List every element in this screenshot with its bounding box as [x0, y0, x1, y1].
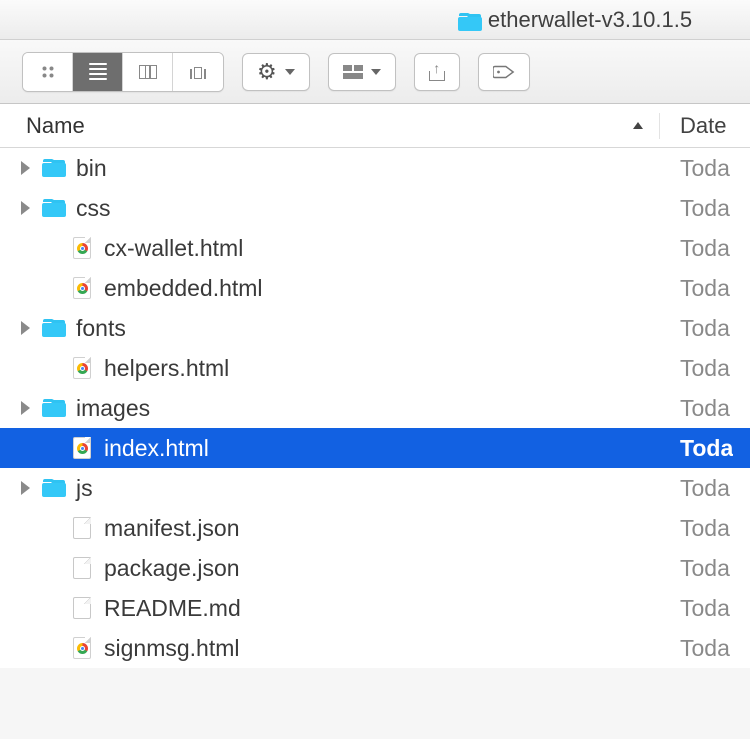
list-icon	[89, 63, 107, 80]
file-name: cx-wallet.html	[104, 235, 243, 262]
folder-icon	[42, 157, 66, 179]
file-name: images	[76, 395, 150, 422]
file-name: bin	[76, 155, 107, 182]
chevron-down-icon	[285, 69, 295, 75]
gear-icon: ⚙	[257, 61, 277, 83]
file-date: Toda	[680, 355, 730, 381]
file-date: Toda	[680, 555, 730, 581]
file-date: Toda	[680, 235, 730, 261]
chevron-down-icon	[371, 69, 381, 75]
file-row[interactable]: cx-wallet.html Toda	[0, 228, 750, 268]
file-icon	[70, 597, 94, 619]
file-date: Toda	[680, 155, 730, 181]
file-date: Toda	[680, 635, 730, 661]
file-date: Toda	[680, 195, 730, 221]
file-name: js	[76, 475, 93, 502]
view-icons-button[interactable]	[23, 53, 73, 91]
column-header-date-label: Date	[680, 113, 726, 138]
disclosure-triangle-icon[interactable]	[18, 401, 32, 415]
file-name: helpers.html	[104, 355, 229, 382]
file-icon	[70, 557, 94, 579]
file-date: Toda	[680, 515, 730, 541]
share-button[interactable]: ↑	[414, 53, 460, 91]
file-row[interactable]: manifest.json Toda	[0, 508, 750, 548]
file-icon	[70, 517, 94, 539]
file-row[interactable]: package.json Toda	[0, 548, 750, 588]
html-file-icon	[70, 357, 94, 379]
view-mode-segment	[22, 52, 224, 92]
columns-icon	[139, 65, 157, 79]
file-name: signmsg.html	[104, 635, 239, 662]
folder-icon	[42, 397, 66, 419]
file-name: embedded.html	[104, 275, 263, 302]
file-row[interactable]: js Toda	[0, 468, 750, 508]
folder-icon	[42, 197, 66, 219]
file-row[interactable]: embedded.html Toda	[0, 268, 750, 308]
html-file-icon	[70, 637, 94, 659]
view-columns-button[interactable]	[123, 53, 173, 91]
file-row[interactable]: index.html Toda	[0, 428, 750, 468]
column-header-date[interactable]: Date	[660, 113, 750, 139]
column-header-name[interactable]: Name	[0, 113, 660, 139]
grid-icon	[41, 65, 55, 79]
file-name: README.md	[104, 595, 241, 622]
coverflow-icon	[187, 65, 209, 79]
file-name: index.html	[104, 435, 209, 462]
share-icon: ↑	[429, 63, 445, 81]
folder-icon	[42, 317, 66, 339]
toolbar: ⚙ ↑	[0, 40, 750, 104]
file-row[interactable]: fonts Toda	[0, 308, 750, 348]
column-header-name-label: Name	[26, 113, 85, 139]
arrange-menu-button[interactable]	[328, 53, 396, 91]
file-row[interactable]: images Toda	[0, 388, 750, 428]
file-name: manifest.json	[104, 515, 240, 542]
tag-icon	[493, 64, 515, 80]
window-titlebar: etherwallet-v3.10.1.5	[0, 0, 750, 40]
file-row[interactable]: helpers.html Toda	[0, 348, 750, 388]
disclosure-triangle-icon[interactable]	[18, 321, 32, 335]
file-name: fonts	[76, 315, 126, 342]
file-date: Toda	[680, 475, 730, 501]
folder-icon	[42, 477, 66, 499]
disclosure-triangle-icon[interactable]	[18, 201, 32, 215]
file-list: binTodacssTodacx-wallet.htmlTodaembedded…	[0, 148, 750, 668]
view-coverflow-button[interactable]	[173, 53, 223, 91]
html-file-icon	[70, 437, 94, 459]
sort-ascending-icon	[633, 122, 643, 129]
tags-button[interactable]	[478, 53, 530, 91]
disclosure-triangle-icon[interactable]	[18, 161, 32, 175]
file-row[interactable]: css Toda	[0, 188, 750, 228]
disclosure-triangle-icon[interactable]	[18, 481, 32, 495]
file-row[interactable]: README.md Toda	[0, 588, 750, 628]
file-date: Toda	[680, 315, 730, 341]
file-date: Toda	[680, 395, 730, 421]
file-date: Toda	[680, 275, 730, 301]
view-list-button[interactable]	[73, 53, 123, 91]
file-date: Toda	[680, 595, 730, 621]
arrange-icon	[343, 65, 363, 79]
html-file-icon	[70, 237, 94, 259]
column-header-row: Name Date	[0, 104, 750, 148]
file-date: Toda	[680, 435, 733, 461]
html-file-icon	[70, 277, 94, 299]
file-name: css	[76, 195, 111, 222]
window-title: etherwallet-v3.10.1.5	[488, 7, 692, 33]
file-row[interactable]: bin Toda	[0, 148, 750, 188]
file-row[interactable]: signmsg.html Toda	[0, 628, 750, 668]
folder-icon	[458, 12, 480, 28]
file-name: package.json	[104, 555, 240, 582]
action-menu-button[interactable]: ⚙	[242, 53, 310, 91]
